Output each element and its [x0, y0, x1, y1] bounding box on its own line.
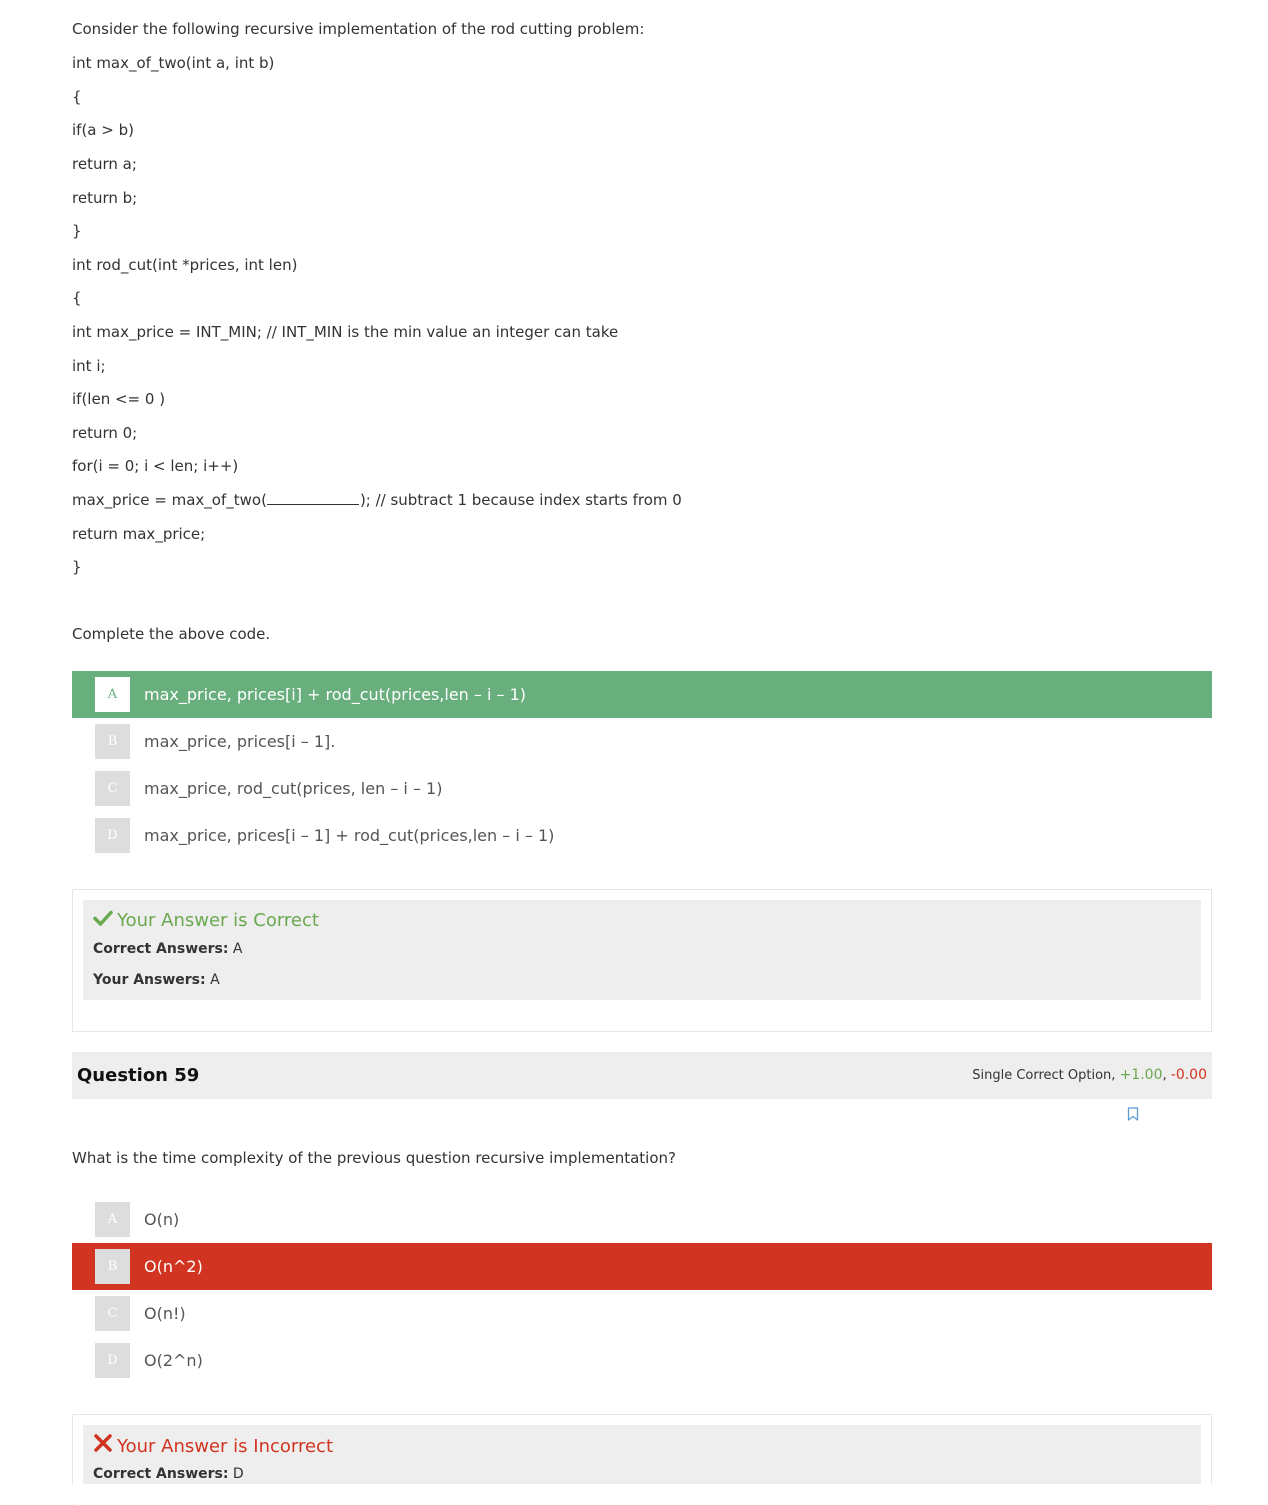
option-d[interactable]: D max_price, prices[i – 1] + rod_cut(pri… [72, 812, 1212, 859]
option-d[interactable]: D O(2^n) [72, 1337, 1212, 1384]
option-c[interactable]: C O(n!) [72, 1290, 1212, 1337]
result-title: Your Answer is Incorrect [93, 1434, 333, 1459]
code-line: return max_price; [72, 525, 206, 543]
question-prompt: Complete the above code. [72, 625, 271, 643]
answer-result-inner: Your Answer is Correct Correct Answers: … [83, 900, 1201, 1000]
code-line: return b; [72, 189, 138, 207]
option-letter: B [95, 724, 130, 759]
code-line: { [72, 289, 82, 307]
question-meta: Single Correct Option, +1.00, -0.00 [972, 1052, 1207, 1099]
your-answers-value: A [210, 972, 220, 988]
option-text: O(n!) [144, 1304, 186, 1323]
code-line: return a; [72, 155, 137, 173]
option-a[interactable]: A O(n) [72, 1196, 1212, 1243]
question-title: Question 59 [77, 1065, 200, 1086]
result-title: Your Answer is Correct [93, 909, 319, 933]
positive-marks: +1.00 [1119, 1067, 1163, 1083]
code-line: return 0; [72, 424, 138, 442]
result-title-text: Your Answer is Correct [117, 910, 319, 931]
your-answers: Your Answers: A [93, 970, 220, 990]
code-line: int max_price = INT_MIN; // INT_MIN is t… [72, 323, 619, 341]
correct-answers-value: A [232, 941, 243, 957]
option-b[interactable]: B O(n^2) [72, 1243, 1212, 1290]
question-type: Single Correct Option, [972, 1068, 1116, 1083]
question-header: Question 59 Single Correct Option, +1.00… [72, 1052, 1212, 1099]
code-line: { [72, 88, 82, 106]
code-line: } [72, 558, 82, 576]
option-text: max_price, rod_cut(prices, len – i – 1) [144, 779, 443, 798]
code-after-blank: ); // subtract 1 because index starts fr… [359, 491, 682, 509]
option-letter: A [95, 677, 130, 712]
answer-result-inner: Your Answer is Incorrect Correct Answers… [83, 1425, 1201, 1485]
question-prompt: What is the time complexity of the previ… [72, 1149, 676, 1167]
code-line: if(a > b) [72, 121, 134, 139]
option-text: max_price, prices[i – 1]. [144, 732, 336, 751]
correct-answers-value: D [232, 1466, 244, 1482]
page-bottom-clip [0, 1484, 1268, 1504]
option-letter: C [95, 771, 130, 806]
question-intro: Consider the following recursive impleme… [72, 20, 645, 38]
your-answers-label: Your Answers: [93, 972, 206, 988]
code-line: int rod_cut(int *prices, int len) [72, 256, 298, 274]
bookmark-icon[interactable] [1127, 1106, 1139, 1121]
option-text: max_price, prices[i – 1] + rod_cut(price… [144, 826, 555, 845]
correct-answers: Correct Answers: D [93, 1464, 244, 1484]
answer-result-panel: Your Answer is Correct Correct Answers: … [72, 889, 1212, 1032]
code-line-with-blank: max_price = max_of_two( ); // subtract 1 … [72, 490, 682, 510]
option-letter: D [95, 1343, 130, 1378]
marks-separator: , [1162, 1068, 1167, 1083]
option-letter: A [95, 1202, 130, 1237]
cross-icon [93, 1434, 115, 1459]
option-b[interactable]: B max_price, prices[i – 1]. [72, 718, 1212, 765]
correct-answers-label: Correct Answers: [93, 1466, 229, 1482]
check-icon [93, 909, 115, 933]
option-letter: C [95, 1296, 130, 1331]
code-line: if(len <= 0 ) [72, 390, 166, 408]
result-title-text: Your Answer is Incorrect [117, 1436, 334, 1457]
option-text: O(n) [144, 1210, 180, 1229]
code-line: int max_of_two(int a, int b) [72, 54, 275, 72]
code-before-blank: max_price = max_of_two( [72, 491, 267, 509]
correct-answers: Correct Answers: A [93, 939, 243, 959]
option-text: max_price, prices[i] + rod_cut(prices,le… [144, 685, 527, 704]
option-text: O(2^n) [144, 1351, 203, 1370]
answer-blank [266, 490, 359, 505]
code-line: int i; [72, 357, 106, 375]
code-line: for(i = 0; i < len; i++) [72, 457, 239, 475]
option-c[interactable]: C max_price, rod_cut(prices, len – i – 1… [72, 765, 1212, 812]
option-letter: B [95, 1249, 130, 1284]
option-a[interactable]: A max_price, prices[i] + rod_cut(prices,… [72, 671, 1212, 718]
code-line: } [72, 222, 82, 240]
option-letter: D [95, 818, 130, 853]
negative-marks: -0.00 [1170, 1067, 1207, 1083]
correct-answers-label: Correct Answers: [93, 941, 229, 957]
option-text: O(n^2) [144, 1257, 203, 1276]
